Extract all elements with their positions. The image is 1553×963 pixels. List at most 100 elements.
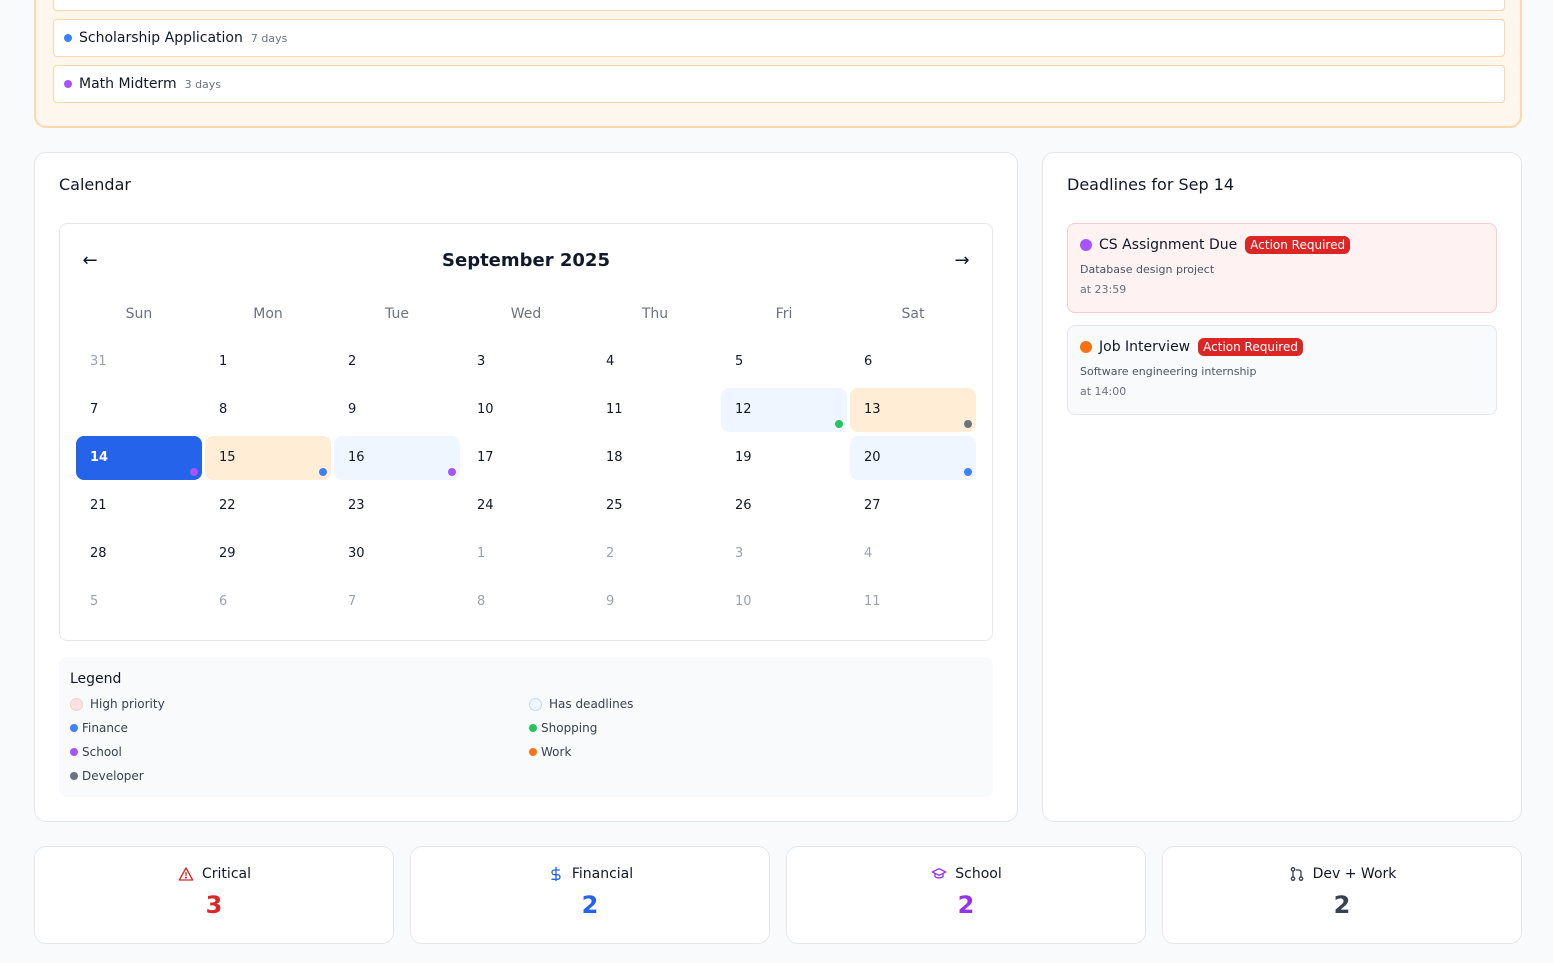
legend-item: Work <box>529 745 571 759</box>
legend-item: Shopping <box>529 721 597 735</box>
deadline-item[interactable]: Job Interview Action Required Software eng… <box>1067 325 1497 415</box>
calendar-day[interactable]: 1 <box>463 532 589 576</box>
stat-card[interactable]: Financial 2 <box>410 846 770 944</box>
upcoming-item[interactable]: Math Midterm 3 days <box>53 65 1505 103</box>
calendar: ← September 2025 → Sun Mon Tue Wed Thu Fri Sat… <box>59 223 993 641</box>
calendar-day[interactable]: 10 <box>463 388 589 432</box>
calendar-day[interactable]: 29 <box>205 532 331 576</box>
stat-value: 2 <box>1333 891 1351 919</box>
calendar-day[interactable]: 9 <box>334 388 460 432</box>
stat-card[interactable]: Critical 3 <box>34 846 394 944</box>
stat-card[interactable]: School 2 <box>786 846 1146 944</box>
calendar-day[interactable]: 23 <box>334 484 460 528</box>
legend-label: Finance <box>82 721 128 735</box>
weekday-header: Sun <box>125 306 153 322</box>
calendar-day[interactable]: 14 <box>76 436 202 480</box>
calendar-day[interactable]: 11 <box>850 580 976 624</box>
stat-header: School <box>787 865 1145 883</box>
calendar-day[interactable]: 10 <box>721 580 847 624</box>
next-month-button[interactable]: → <box>950 250 974 271</box>
git-pull-request-icon <box>1288 865 1306 883</box>
legend-item: Finance <box>70 721 128 735</box>
legend-label: Has deadlines <box>549 697 634 711</box>
calendar-day[interactable]: 4 <box>850 532 976 576</box>
category-dot <box>64 34 72 42</box>
deadline-item[interactable]: CS Assignment Due Action Required Database… <box>1067 223 1497 313</box>
calendar-day[interactable]: 7 <box>334 580 460 624</box>
weekday-header: Tue <box>385 306 409 322</box>
calendar-day[interactable]: 30 <box>334 532 460 576</box>
stat-header: Financial <box>411 865 769 883</box>
legend-label: School <box>82 745 122 759</box>
stat-card[interactable]: Dev + Work 2 <box>1162 846 1522 944</box>
calendar-day[interactable]: 2 <box>334 340 460 384</box>
legend-dot <box>70 724 78 732</box>
deadline-title: CS Assignment Due <box>1099 237 1238 253</box>
calendar-day[interactable]: 5 <box>76 580 202 624</box>
deadline-header: CS Assignment Due Action Required <box>1080 236 1484 254</box>
category-dot <box>1080 239 1092 251</box>
weekday-header: Thu <box>641 306 669 322</box>
legend-dot <box>529 748 537 756</box>
legend-title: Legend <box>70 671 122 687</box>
calendar-day[interactable]: 1 <box>205 340 331 384</box>
deadlines-card-title: Deadlines for Sep 14 <box>1067 175 1235 194</box>
calendar-day[interactable]: 25 <box>592 484 718 528</box>
calendar-day[interactable]: 24 <box>463 484 589 528</box>
calendar-day[interactable]: 11 <box>592 388 718 432</box>
legend-item: School <box>70 745 122 759</box>
weekday-header: Fri <box>775 306 793 322</box>
calendar-day[interactable]: 27 <box>850 484 976 528</box>
calendar-day[interactable]: 8 <box>463 580 589 624</box>
calendar-card-title: Calendar <box>59 175 131 194</box>
calendar-day[interactable]: 18 <box>592 436 718 480</box>
category-dot <box>835 420 843 428</box>
calendar-day[interactable]: 6 <box>850 340 976 384</box>
calendar-day[interactable]: 8 <box>205 388 331 432</box>
legend-label: Work <box>541 745 572 759</box>
legend-dot <box>529 724 537 732</box>
calendar-day[interactable]: 2 <box>592 532 718 576</box>
calendar-day[interactable]: 20 <box>850 436 976 480</box>
legend-label: Developer <box>82 769 144 783</box>
calendar-day[interactable]: 26 <box>721 484 847 528</box>
calendar-day[interactable]: 17 <box>463 436 589 480</box>
warning-triangle-icon <box>177 865 195 883</box>
stat-label: Financial <box>571 866 634 882</box>
category-dot <box>1080 341 1092 353</box>
calendar-day[interactable]: 28 <box>76 532 202 576</box>
upcoming-panel: Scholarship Application 7 days Math Midt… <box>34 0 1522 128</box>
upcoming-item[interactable] <box>53 0 1505 11</box>
upcoming-item-days: 3 days <box>184 77 222 91</box>
calendar-day[interactable]: 19 <box>721 436 847 480</box>
dollar-icon <box>547 865 565 883</box>
calendar-day[interactable]: 6 <box>205 580 331 624</box>
calendar-day[interactable]: 3 <box>721 532 847 576</box>
deadline-header: Job Interview Action Required <box>1080 338 1484 356</box>
legend-item: Has deadlines <box>529 697 633 711</box>
calendar-day[interactable]: 22 <box>205 484 331 528</box>
stat-label: School <box>955 866 1002 882</box>
legend-swatch <box>529 697 542 711</box>
calendar-day[interactable]: 7 <box>76 388 202 432</box>
category-dot <box>964 468 972 476</box>
action-required-badge: Action Required <box>1198 338 1303 356</box>
calendar-day[interactable]: 12 <box>721 388 847 432</box>
calendar-day[interactable]: 21 <box>76 484 202 528</box>
calendar-day[interactable]: 9 <box>592 580 718 624</box>
calendar-day[interactable]: 31 <box>76 340 202 384</box>
calendar-day[interactable]: 16 <box>334 436 460 480</box>
calendar-day[interactable]: 5 <box>721 340 847 384</box>
category-dot <box>64 80 72 88</box>
deadline-title: Job Interview <box>1099 339 1191 355</box>
calendar-card: Calendar ← September 2025 → Sun Mon Tue Wed… <box>34 152 1018 822</box>
calendar-day[interactable]: 15 <box>205 436 331 480</box>
stat-value: 2 <box>581 891 599 919</box>
calendar-day[interactable]: 13 <box>850 388 976 432</box>
legend-item: Developer <box>70 769 144 783</box>
weekday-header: Sat <box>901 306 925 322</box>
upcoming-item[interactable]: Scholarship Application 7 days <box>53 19 1505 57</box>
calendar-day[interactable]: 4 <box>592 340 718 384</box>
stat-header: Dev + Work <box>1163 865 1521 883</box>
calendar-day[interactable]: 3 <box>463 340 589 384</box>
